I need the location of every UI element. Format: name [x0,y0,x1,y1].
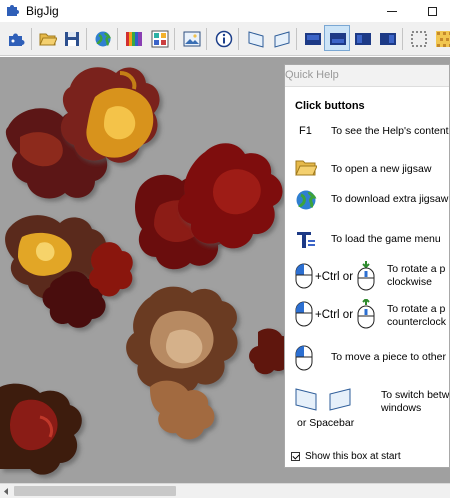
help-menu-text: To load the game menu [331,233,441,245]
f1-key-label: F1 [299,125,312,137]
toolbar-separator [238,28,239,50]
tray-1-icon [305,33,321,45]
quick-help-panel: Quick Help Click buttons F1 To see the H… [284,64,450,468]
palette-button[interactable] [146,25,172,51]
info-button[interactable] [210,25,236,51]
tray-1-button[interactable] [299,25,325,51]
help-item-rotate-cw: +Ctrl or To rotate a p clockwise [295,261,449,303]
toolbar-separator [174,28,175,50]
show-at-start-checkbox[interactable] [291,452,300,461]
help-item-switch: To switch betw windows or Spacebar [295,387,450,447]
mouse-wheel-down-icon [357,261,375,291]
tray-3-icon [355,33,371,45]
globe-icon [95,31,112,47]
mouse-left-click-icon [295,263,313,289]
puzzle-piece[interactable] [60,67,160,163]
window-right-icon [274,31,290,48]
help-rotate-ccw-line2: counterclock [387,316,446,328]
help-item-download: To download extra jigsaw [295,189,449,219]
window-left-button[interactable] [242,25,268,51]
help-switch-line1: To switch betw [381,389,450,401]
window-right-button[interactable] [268,25,294,51]
open-button[interactable] [34,25,60,51]
puzzle-piece[interactable] [126,286,238,440]
maximize-icon [427,7,437,17]
tray-2-icon [330,33,346,45]
quick-help-titlebar[interactable]: Quick Help [285,65,449,87]
help-open-text: To open a new jigsaw [331,163,432,175]
help-f1-text: To see the Help's content [331,125,449,137]
mouse-left-click-icon [295,301,313,327]
select-area-button[interactable] [405,25,431,51]
help-rotate-cw-line1: To rotate a p [387,263,446,275]
scroll-left-arrow-icon[interactable] [1,486,11,497]
help-item-move: To move a piece to other [295,345,449,375]
help-or-spacebar: or Spacebar [297,417,355,429]
pattern-button[interactable] [430,25,450,51]
pattern-icon [436,31,450,47]
help-item-f1: F1 To see the Help's content [295,125,449,155]
help-rotate-ccw-line1: To rotate a p [387,303,446,315]
show-at-start-label: Show this box at start [305,451,401,462]
color-bars-icon [126,32,142,46]
info-icon [215,30,233,48]
help-item-rotate-ccw: +Ctrl or To rotate a p counterclock [295,299,449,341]
save-disk-icon [65,32,79,46]
help-download-text: To download extra jigsaw [331,193,449,205]
save-button[interactable] [58,25,84,51]
toolbar-separator [117,28,118,50]
toolbar-separator [296,28,297,50]
horizontal-scrollbar[interactable] [0,483,450,498]
download-button[interactable] [89,25,115,51]
help-item-menu: To load the game menu [295,229,449,259]
puzzle-piece-icon [7,5,19,16]
help-heading: Click buttons [295,100,365,112]
mouse-wheel-up-icon [357,299,375,329]
globe-icon [296,190,317,210]
window-left-icon [248,31,264,48]
dotted-select-icon [411,31,427,47]
picture-button[interactable] [178,25,204,51]
toolbar-separator [86,28,87,50]
tray-4-icon [380,33,396,45]
window-left-icon [295,388,317,411]
tray-4-button[interactable] [374,25,400,51]
ctrl-or-label: +Ctrl or [315,271,354,283]
maximize-button[interactable] [414,0,450,22]
title-bar: BigJig [0,0,450,22]
toolbar [0,22,450,56]
colors-button[interactable] [120,25,146,51]
puzzle-piece[interactable] [0,383,82,475]
open-folder-icon [39,33,57,46]
toolbar-separator [206,28,207,50]
help-switch-line2: windows [381,402,422,414]
help-rotate-cw-line2: clockwise [387,276,432,288]
tray-3-button[interactable] [349,25,375,51]
puzzle-piece[interactable] [177,143,283,249]
quick-help-title: Quick Help [285,69,339,81]
scrollbar-thumb[interactable] [14,486,176,496]
window-title: BigJig [26,4,59,18]
ctrl-or-label: +Ctrl or [315,309,354,321]
window-right-icon [329,388,351,411]
minimize-button[interactable] [372,0,412,22]
color-grid-icon [151,30,169,48]
minimize-icon [387,11,397,13]
toolbar-puzzle-button[interactable] [2,25,28,51]
help-item-open: To open a new jigsaw [295,157,449,187]
game-menu-icon [297,232,315,248]
puzzle-piece-icon [9,33,25,46]
toolbar-separator [31,28,32,50]
open-folder-icon [295,160,317,176]
toolbar-separator [402,28,403,50]
tray-2-button[interactable] [324,25,350,51]
mouse-right-click-icon [295,345,313,371]
help-move-text: To move a piece to other [331,351,446,363]
picture-icon [183,31,201,47]
